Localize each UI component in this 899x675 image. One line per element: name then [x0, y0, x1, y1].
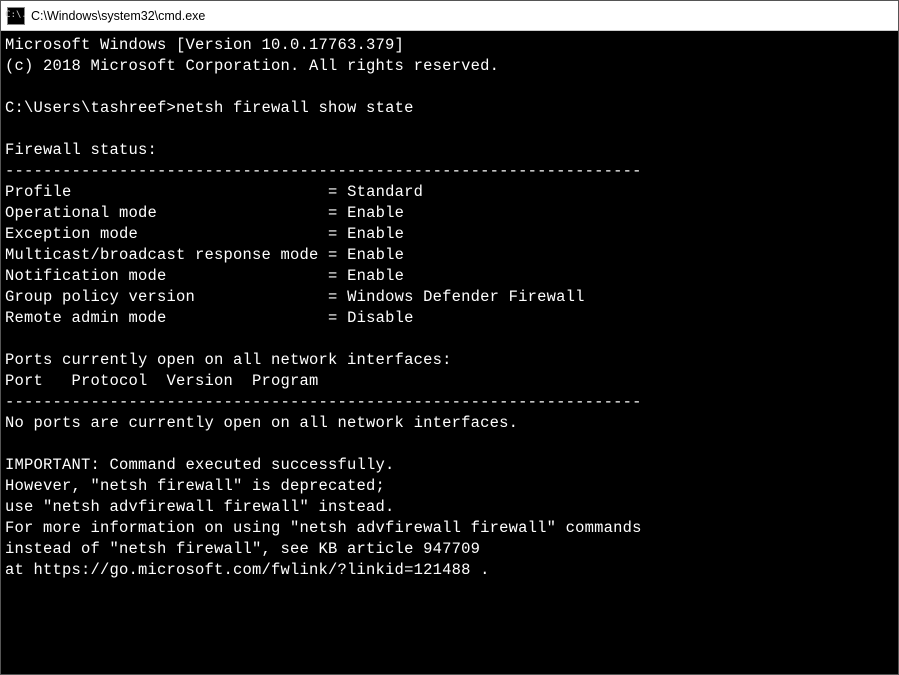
cmd-icon: C:\. — [7, 7, 25, 25]
important-line-3: use "netsh advfirewall firewall" instead… — [5, 498, 395, 516]
titlebar[interactable]: C:\. C:\Windows\system32\cmd.exe — [1, 1, 898, 31]
status-header: Firewall status: — [5, 141, 157, 159]
important-line-4: For more information on using "netsh adv… — [5, 519, 642, 537]
row-group-policy: Group policy version = Windows Defender … — [5, 288, 585, 306]
ports-header: Ports currently open on all network inte… — [5, 351, 452, 369]
important-line-6: at https://go.microsoft.com/fwlink/?link… — [5, 561, 490, 579]
row-remote-admin: Remote admin mode = Disable — [5, 309, 414, 327]
no-ports-msg: No ports are currently open on all netwo… — [5, 414, 518, 432]
divider: ----------------------------------------… — [5, 162, 642, 180]
important-line-5: instead of "netsh firewall", see KB arti… — [5, 540, 480, 558]
version-line: Microsoft Windows [Version 10.0.17763.37… — [5, 36, 404, 54]
window-title: C:\Windows\system32\cmd.exe — [31, 9, 205, 23]
row-notification: Notification mode = Enable — [5, 267, 404, 285]
cmd-icon-label: C:\. — [5, 11, 27, 20]
row-profile: Profile = Standard — [5, 183, 423, 201]
prompt: C:\Users\tashreef> — [5, 99, 176, 117]
row-exception: Exception mode = Enable — [5, 225, 404, 243]
important-line-2: However, "netsh firewall" is deprecated; — [5, 477, 385, 495]
row-multicast: Multicast/broadcast response mode = Enab… — [5, 246, 404, 264]
terminal-area[interactable]: Microsoft Windows [Version 10.0.17763.37… — [1, 31, 898, 674]
cmd-window: C:\. C:\Windows\system32\cmd.exe Microso… — [0, 0, 899, 675]
ports-columns: Port Protocol Version Program — [5, 372, 319, 390]
command-input[interactable]: netsh firewall show state — [176, 99, 414, 117]
divider: ----------------------------------------… — [5, 393, 642, 411]
copyright-line: (c) 2018 Microsoft Corporation. All righ… — [5, 57, 499, 75]
row-operational: Operational mode = Enable — [5, 204, 404, 222]
important-line-1: IMPORTANT: Command executed successfully… — [5, 456, 395, 474]
